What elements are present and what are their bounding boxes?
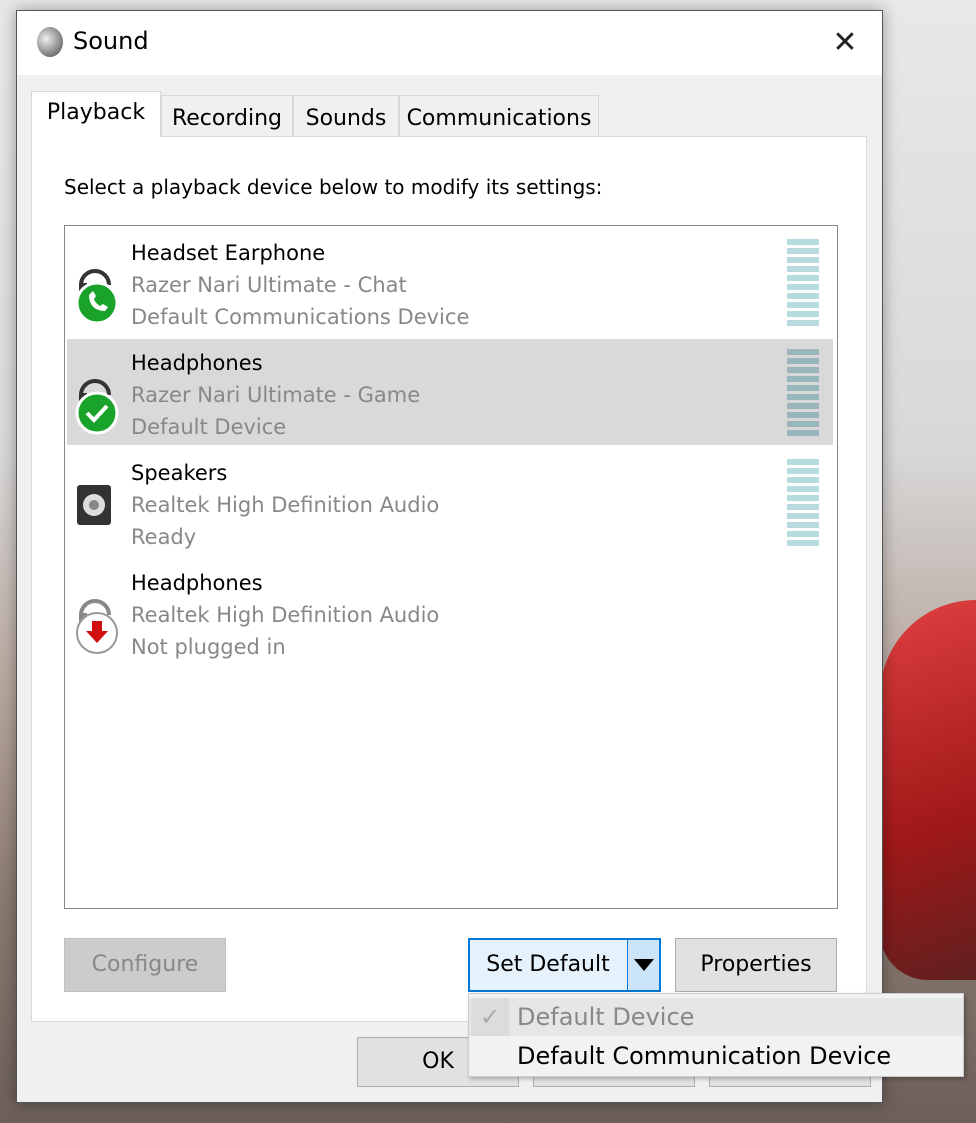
device-driver: Razer Nari Ultimate - Game	[131, 383, 421, 407]
device-status: Not plugged in	[131, 635, 286, 659]
device-name: Headset Earphone	[131, 241, 326, 265]
device-row-selected[interactable]: Headphones Razer Nari Ultimate - Game De…	[67, 339, 833, 445]
menu-item-default-device[interactable]: ✓ Default Device	[469, 998, 963, 1036]
checkmark-icon: ✓	[471, 998, 509, 1036]
set-default-menu: ✓ Default Device Default Communication D…	[468, 993, 964, 1077]
tab-recording[interactable]: Recording	[161, 95, 293, 137]
headset-phone-icon	[75, 269, 119, 325]
device-row[interactable]: Headphones Realtek High Definition Audio…	[67, 559, 833, 665]
tab-playback[interactable]: Playback	[31, 91, 161, 137]
device-name: Headphones	[131, 351, 263, 375]
device-row[interactable]: Speakers Realtek High Definition Audio R…	[67, 449, 833, 555]
device-driver: Razer Nari Ultimate - Chat	[131, 273, 407, 297]
speaker-icon	[37, 27, 63, 57]
device-name: Headphones	[131, 571, 263, 595]
headphones-check-icon	[75, 379, 119, 435]
sound-dialog: Sound ✕ Playback Recording Sounds Commun…	[16, 10, 883, 1103]
volume-meter	[787, 349, 819, 439]
speaker-device-icon	[77, 485, 111, 525]
headphones-unplugged-icon	[76, 599, 118, 654]
set-default-split-button[interactable]: Set Default	[468, 938, 661, 992]
menu-item-label: Default Communication Device	[517, 1042, 892, 1070]
configure-button[interactable]: Configure	[64, 938, 226, 992]
volume-meter	[787, 239, 819, 329]
device-status: Ready	[131, 525, 197, 549]
device-status: Default Communications Device	[131, 305, 470, 329]
volume-meter	[787, 459, 819, 549]
device-row[interactable]: Headset Earphone Razer Nari Ultimate - C…	[67, 229, 833, 335]
device-status: Default Device	[131, 415, 287, 439]
playback-panel: Select a playback device below to modify…	[31, 136, 867, 1022]
window-title: Sound	[73, 27, 149, 55]
device-driver: Realtek High Definition Audio	[131, 603, 440, 627]
menu-item-label: Default Device	[517, 1003, 695, 1031]
menu-item-default-communication-device[interactable]: Default Communication Device	[469, 1037, 963, 1075]
tab-communications[interactable]: Communications	[399, 95, 599, 137]
dropdown-arrow-icon[interactable]	[627, 940, 659, 990]
tab-sounds[interactable]: Sounds	[293, 95, 399, 137]
instruction-text: Select a playback device below to modify…	[64, 175, 603, 199]
device-name: Speakers	[131, 461, 228, 485]
title-bar: Sound ✕	[17, 11, 882, 75]
desktop-wallpaper	[880, 600, 976, 980]
close-button[interactable]: ✕	[825, 23, 865, 63]
device-driver: Realtek High Definition Audio	[131, 493, 440, 517]
properties-button[interactable]: Properties	[675, 938, 837, 992]
set-default-button[interactable]: Set Default	[470, 940, 626, 990]
device-list: Headset Earphone Razer Nari Ultimate - C…	[64, 225, 838, 909]
